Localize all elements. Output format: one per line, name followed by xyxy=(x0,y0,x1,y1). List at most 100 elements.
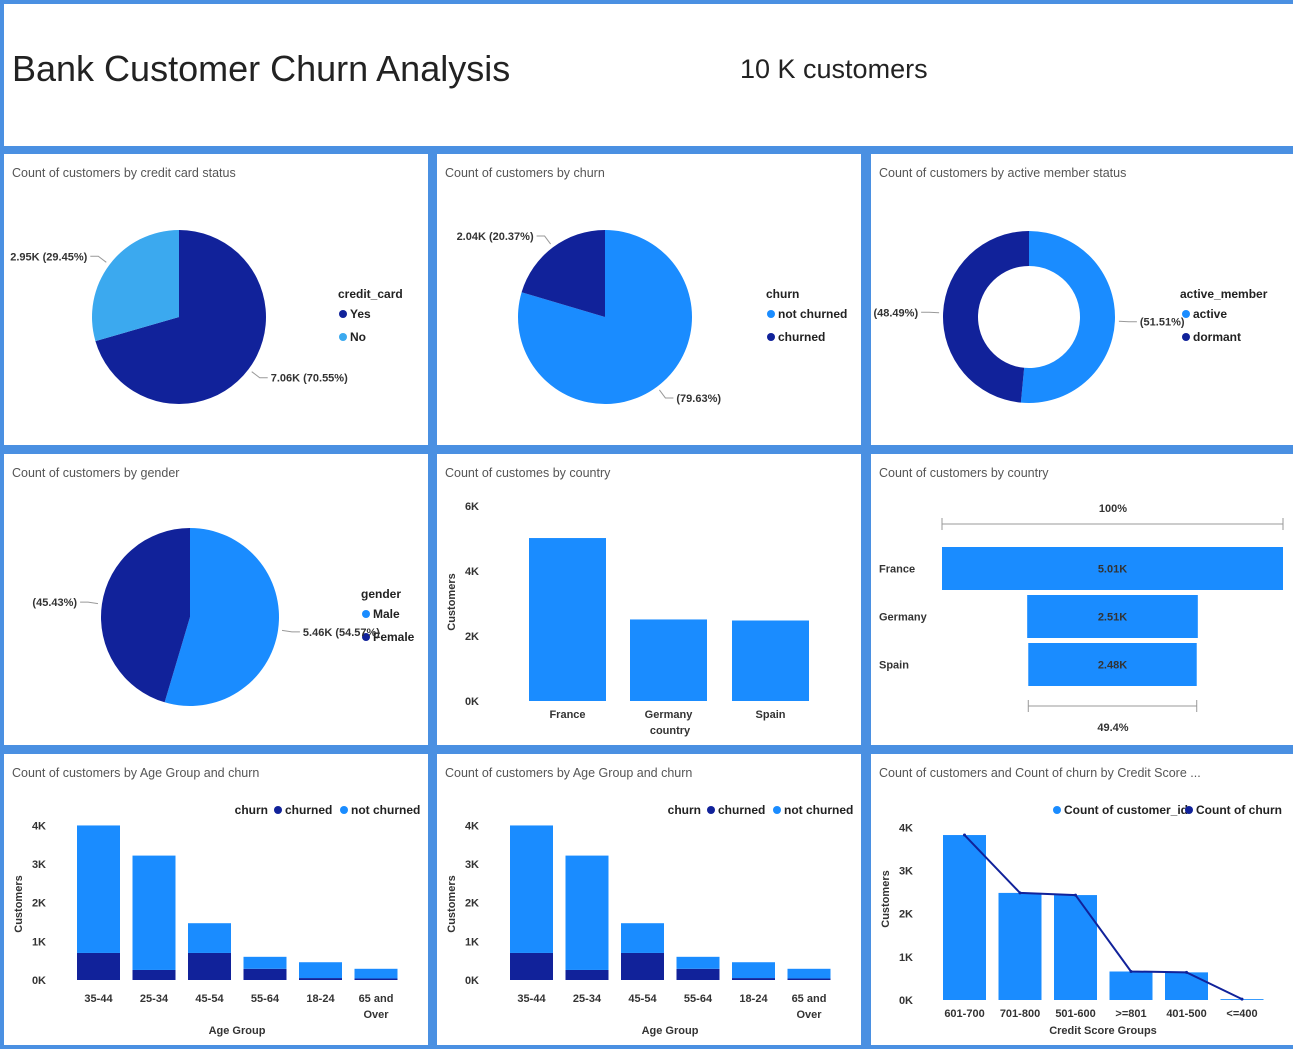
bar-churned-45-54[interactable] xyxy=(621,952,664,980)
pie-leader-line xyxy=(659,389,674,399)
y-tick-label: 1K xyxy=(465,936,479,948)
x-axis-label: Age Group xyxy=(209,1025,266,1037)
x-tick-label: Over xyxy=(363,1009,389,1021)
pie-slice-dormant[interactable] xyxy=(942,231,1029,403)
dashboard-title: Bank Customer Churn Analysis xyxy=(12,48,511,89)
bar-germany[interactable] xyxy=(630,619,707,701)
funnel-bottom-bracket-line[interactable] xyxy=(1027,700,1198,712)
bar-churned-55-64[interactable] xyxy=(676,968,720,980)
bar-churned-65-and-over[interactable] xyxy=(787,978,831,980)
bar-spain[interactable] xyxy=(732,620,809,701)
credit-card-panel[interactable]: Count of customers by credit card status… xyxy=(4,154,428,445)
y-axis-label: Customers xyxy=(446,875,458,932)
bar-not-churned-18-24[interactable] xyxy=(732,962,775,979)
bar-churned-55-64[interactable] xyxy=(243,968,287,980)
legend-item-dormant[interactable]: dormant xyxy=(1193,330,1241,344)
legend-item-not-churned[interactable]: not churned xyxy=(778,307,847,321)
bar-churned-45-54[interactable] xyxy=(188,952,231,980)
bar-churned-65-and-over[interactable] xyxy=(354,978,398,980)
churn-point-701-800[interactable] xyxy=(1018,891,1022,895)
credit-card-pie-chart[interactable]: credit_card Yes No 7.06K (70.55%) 2.95K (… xyxy=(4,154,428,445)
y-tick-label: 6K xyxy=(465,501,479,513)
bar-not-churned-35-44[interactable] xyxy=(77,825,120,953)
y-tick-label: 4K xyxy=(32,820,46,832)
y-tick-label: 2K xyxy=(32,898,46,910)
country-bar-chart[interactable]: Customers country 0K 2K 4K 6K France Germany S… xyxy=(437,454,861,745)
funnel-top-bracket-line[interactable] xyxy=(941,518,1284,530)
pie-leader-line xyxy=(536,235,551,245)
bar-not-churned-55-64[interactable] xyxy=(676,956,720,969)
pie-slice-active[interactable] xyxy=(1020,231,1115,403)
country-funnel-chart[interactable]: 100% 49.4% 5.01K France 2.51K Germany 2.48K S… xyxy=(871,454,1293,745)
x-tick-label: Over xyxy=(796,1009,822,1021)
y-tick-label: 0K xyxy=(32,975,46,987)
bar-churned-35-44[interactable] xyxy=(510,952,553,980)
country-funnel-panel[interactable]: Count of customers by country 100% 49.4%… xyxy=(871,454,1293,745)
bar-not-churned-65-and-over[interactable] xyxy=(787,968,831,979)
legend-item-churned[interactable]: churned xyxy=(778,330,825,344)
gender-panel[interactable]: Count of customers by gender gender Male… xyxy=(4,454,428,745)
legend-marker-churned xyxy=(767,333,775,341)
bar-not-churned-55-64[interactable] xyxy=(243,956,287,969)
bar-not-churned-35-44[interactable] xyxy=(510,825,553,953)
bar-not-churned-45-54[interactable] xyxy=(188,923,231,953)
bar-churned-18-24[interactable] xyxy=(732,978,775,980)
bar-not-churned-45-54[interactable] xyxy=(621,923,664,953)
bar-401-500[interactable] xyxy=(1165,972,1208,1000)
bar-not-churned-65-and-over[interactable] xyxy=(354,968,398,979)
legend-item-count-of-customer-id: Count of customer_id xyxy=(1064,803,1188,817)
bar-france[interactable] xyxy=(529,538,606,701)
legend-marker-count-of-churn[interactable] xyxy=(1185,806,1193,814)
bar-not-churned-18-24[interactable] xyxy=(299,962,342,979)
legend-marker-churned[interactable] xyxy=(274,806,282,814)
age-group-panel-2[interactable]: Count of customers by Age Group and chur… xyxy=(437,754,861,1045)
age-group-stacked-bar-chart-2[interactable]: Customers Age Group 0K 1K 2K 3K 4K churn churn… xyxy=(437,754,861,1045)
churn-panel[interactable]: Count of customers by churn churn not ch… xyxy=(437,154,861,445)
bar-churned-25-34[interactable] xyxy=(565,969,609,980)
bar-not-churned-25-34[interactable] xyxy=(132,855,176,970)
y-tick-label: 3K xyxy=(32,859,46,871)
x-tick-label: France xyxy=(549,709,585,721)
legend-marker-churned[interactable] xyxy=(707,806,715,814)
legend-item-yes[interactable]: Yes xyxy=(350,307,371,321)
customer-count-card: 10 K customers xyxy=(740,54,928,84)
bar-701-800[interactable] xyxy=(998,892,1042,1000)
churn-pie-chart[interactable]: churn not churned churned (79.63%) 2.04K … xyxy=(437,154,861,445)
churn-point-801[interactable] xyxy=(1129,970,1133,973)
legend-item-male[interactable]: Male xyxy=(373,607,400,621)
country-bar-panel[interactable]: Count of customes by country Customers c… xyxy=(437,454,861,745)
churn-point-601-700[interactable] xyxy=(963,833,966,837)
bar-801[interactable] xyxy=(1109,971,1153,1001)
churn-point-501-600[interactable] xyxy=(1074,893,1077,897)
bar-churned-25-34[interactable] xyxy=(132,969,176,980)
active-member-panel[interactable]: Count of customers by active member stat… xyxy=(871,154,1293,445)
legend-marker-count-of-customer-id[interactable] xyxy=(1053,806,1061,814)
age-group-panel-1[interactable]: Count of customers by Age Group and chur… xyxy=(4,754,428,1045)
churn-point-400[interactable] xyxy=(1240,997,1244,1001)
legend-marker-yes xyxy=(339,310,347,318)
pie-data-label: 2.04K (20.37%) xyxy=(457,231,534,243)
gender-pie-chart[interactable]: gender Male Female 5.46K (54.57%)(45.43%… xyxy=(4,454,428,745)
bar-501-600[interactable] xyxy=(1054,895,1097,1000)
credit-score-combo-chart[interactable]: Customers Credit Score Groups 0K 1K 2K 3K 4K… xyxy=(871,754,1293,1045)
pie-data-label: (51.51%) xyxy=(1140,317,1185,329)
legend-marker-not-churned[interactable] xyxy=(340,806,348,814)
credit-score-panel[interactable]: Count of customers and Count of churn by… xyxy=(871,754,1293,1045)
legend-marker-male xyxy=(362,610,370,618)
legend-item-no[interactable]: No xyxy=(350,330,366,344)
x-tick-label: 601-700 xyxy=(944,1008,984,1020)
bar-not-churned-25-34[interactable] xyxy=(565,855,609,970)
age-group-stacked-bar-chart-1[interactable]: Customers Age Group 0K 1K 2K 3K 4K churn churn… xyxy=(4,754,428,1045)
bar-601-700[interactable] xyxy=(943,835,986,1000)
y-tick-label: 4K xyxy=(465,820,479,832)
active-member-donut-chart[interactable]: active_member active dormant (51.51%) (48… xyxy=(871,154,1293,445)
funnel-bottom-label: 49.4% xyxy=(1097,722,1128,734)
x-tick-label: 35-44 xyxy=(84,993,113,1005)
legend-title: churn xyxy=(235,803,268,817)
x-tick-label: Spain xyxy=(756,709,786,721)
churn-point-401-500[interactable] xyxy=(1185,970,1188,974)
bar-churned-18-24[interactable] xyxy=(299,978,342,980)
legend-marker-not-churned[interactable] xyxy=(773,806,781,814)
bar-churned-35-44[interactable] xyxy=(77,952,120,980)
legend-item-active[interactable]: active xyxy=(1193,307,1227,321)
